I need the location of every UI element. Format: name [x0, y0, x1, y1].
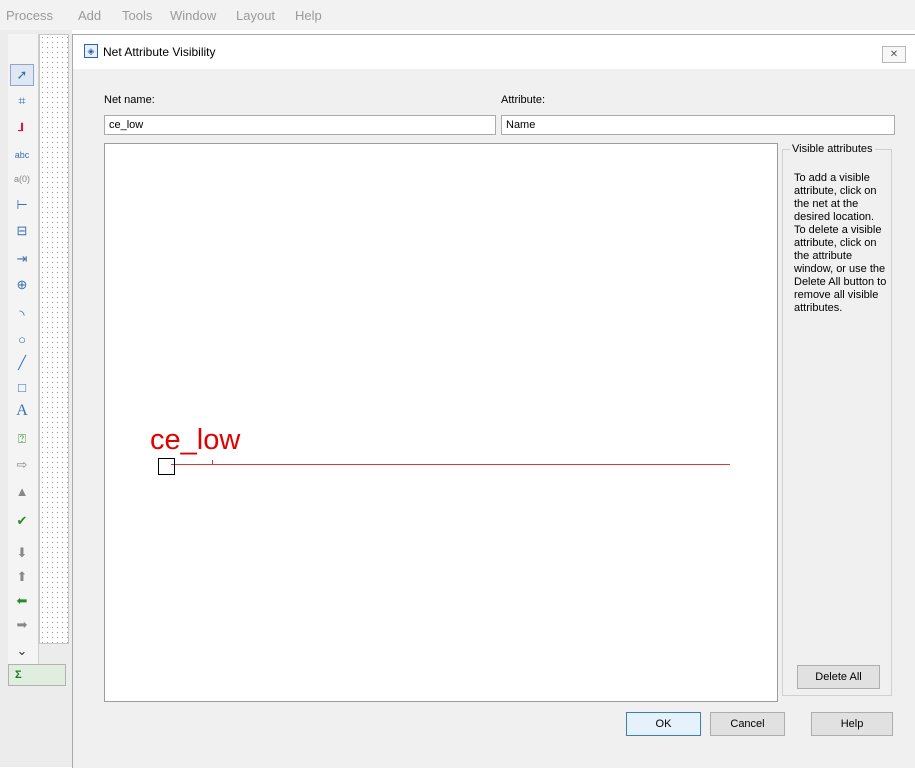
pop-up-icon[interactable]: ⬆	[10, 566, 34, 588]
rectangle-icon[interactable]: □	[10, 376, 34, 398]
line-icon[interactable]: ╱	[10, 352, 34, 374]
delete-all-button[interactable]: Delete All	[797, 665, 880, 689]
bus-tap-icon[interactable]: ⊢	[10, 194, 34, 216]
forward-icon[interactable]: ➡	[10, 614, 34, 636]
net-wire[interactable]	[171, 464, 730, 465]
dialog-app-icon: ◈	[84, 44, 98, 58]
help-icon[interactable]: ⍰	[10, 428, 34, 450]
cancel-button[interactable]: Cancel	[710, 712, 785, 736]
net-endpoint-handle[interactable]	[158, 458, 175, 475]
schematic-dot-grid[interactable]	[39, 34, 69, 644]
text-icon[interactable]: A	[10, 400, 34, 422]
menu-process[interactable]: Process	[6, 8, 53, 23]
visible-attributes-instructions: To add a visible attribute, click on the…	[794, 172, 887, 314]
menu-add[interactable]: Add	[78, 8, 101, 23]
ok-button[interactable]: OK	[626, 712, 701, 736]
pointer-icon[interactable]: ➚	[10, 64, 34, 86]
back-icon[interactable]: ⬅	[10, 590, 34, 612]
visible-attribute-net-name[interactable]: ce_low	[150, 424, 240, 457]
push-down-icon[interactable]: ⬇	[10, 542, 34, 564]
menu-window[interactable]: Window	[170, 8, 216, 23]
menu-tools[interactable]: Tools	[122, 8, 152, 23]
dialog-title: Net Attribute Visibility	[103, 45, 216, 59]
attribute-icon[interactable]: a(0)	[10, 168, 34, 190]
net-name-label: Net name:	[104, 94, 155, 106]
circle-icon[interactable]: ○	[10, 328, 34, 350]
arc-icon[interactable]: ◝	[10, 304, 34, 326]
attribute-anchor	[212, 460, 213, 465]
visible-attributes-title: Visible attributes	[790, 143, 875, 155]
attribute-label: Attribute:	[501, 94, 546, 106]
sigma-tab[interactable]: Σ	[8, 664, 66, 686]
net-icon[interactable]: ⌗	[10, 90, 34, 112]
sigma-icon: Σ	[15, 669, 22, 681]
net-name-icon[interactable]: ⇥	[10, 248, 34, 270]
dialog-titlebar: ◈ Net Attribute Visibility ✕	[73, 35, 915, 69]
more-chevron-icon[interactable]: ⌄	[10, 640, 34, 662]
help-button[interactable]: Help	[811, 712, 893, 736]
net-preview-canvas[interactable]: ce_low	[104, 143, 778, 702]
tree-icon[interactable]: ▲	[10, 480, 34, 502]
check-icon[interactable]: ✔	[10, 510, 34, 532]
bus-entry-icon[interactable]: ⊟	[10, 220, 34, 242]
abc-label-icon[interactable]: abc	[10, 144, 34, 166]
net-name-field[interactable]: ce_low	[104, 115, 496, 135]
close-button[interactable]: ✕	[882, 46, 906, 63]
pin-icon[interactable]: ┚	[10, 120, 34, 142]
io-marker-icon[interactable]: ⇨	[10, 454, 34, 476]
menu-layout[interactable]: Layout	[236, 8, 275, 23]
menu-bar: Process Add Tools Window Layout Help	[0, 0, 915, 30]
menu-help[interactable]: Help	[295, 8, 322, 23]
net-attribute-visibility-dialog: ◈ Net Attribute Visibility ✕ Net name: c…	[72, 34, 915, 768]
attribute-field[interactable]: Name	[501, 115, 895, 135]
tool-palette: ➚ ⌗ ┚ abc a(0) ⊢ ⊟ ⇥ ⊕ ◝ ○ ╱ □ A ⍰ ⇨ ▲ ✔…	[8, 34, 39, 664]
symbol-icon[interactable]: ⊕	[10, 274, 34, 296]
